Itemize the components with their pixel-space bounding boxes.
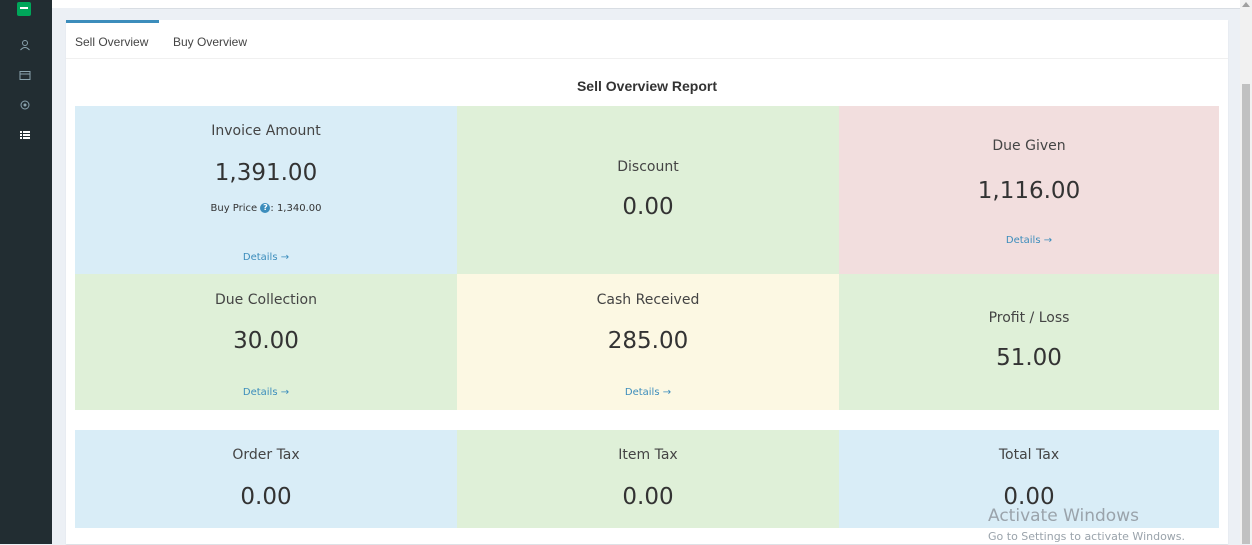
- order-tax-value: 0.00: [240, 484, 292, 510]
- tab-bar: Sell Overview Buy Overview: [66, 20, 1228, 59]
- cash-received-details-link[interactable]: Details →: [457, 387, 839, 398]
- total-tax-label: Total Tax: [998, 447, 1060, 463]
- invoice-amount-label: Invoice Amount: [211, 123, 321, 139]
- profit-loss-value: 51.00: [996, 345, 1062, 371]
- folder-icon[interactable]: [18, 68, 32, 82]
- cash-received-value: 285.00: [607, 328, 689, 354]
- chat-icon[interactable]: [17, 2, 31, 16]
- order-tax-label: Order Tax: [232, 447, 300, 463]
- cash-received-label: Cash Received: [596, 292, 700, 308]
- tab-buy-overview[interactable]: Buy Overview: [164, 20, 256, 58]
- report-panel: Sell Overview Buy Overview Sell Overview…: [66, 20, 1228, 544]
- buy-price-line: Buy Price ?: 1,340.00: [75, 203, 457, 214]
- discount-value: 0.00: [622, 194, 674, 220]
- due-given-details-link[interactable]: Details →: [839, 235, 1219, 246]
- due-collection-value: 30.00: [233, 328, 299, 354]
- sidebar: [0, 0, 52, 544]
- scroll-thumb[interactable]: [1242, 84, 1250, 544]
- due-given-card: Due Given 1,116.00 Details →: [839, 106, 1219, 274]
- buy-price-value: : 1,340.00: [270, 203, 322, 214]
- watermark-line2: Go to Settings to activate Windows.: [988, 530, 1186, 543]
- order-tax-card: Order Tax 0.00: [75, 430, 457, 528]
- top-divider: [120, 8, 1240, 9]
- due-given-label: Due Given: [992, 138, 1066, 154]
- users-icon[interactable]: [18, 38, 32, 52]
- activate-windows-watermark: Activate Windows Go to Settings to activ…: [988, 506, 1185, 545]
- item-tax-label: Item Tax: [618, 447, 678, 463]
- settings-icon[interactable]: [18, 98, 32, 112]
- buy-price-label: Buy Price: [210, 203, 258, 214]
- discount-label: Discount: [617, 159, 679, 175]
- discount-card: Discount 0.00: [457, 106, 839, 274]
- item-tax-value: 0.00: [622, 484, 674, 510]
- profit-loss-card: Profit / Loss 51.00: [839, 274, 1219, 410]
- item-tax-card: Item Tax 0.00: [457, 430, 839, 528]
- due-collection-details-link[interactable]: Details →: [75, 387, 457, 398]
- due-collection-card: Due Collection 30.00 Details →: [75, 274, 457, 410]
- list-icon[interactable]: [18, 128, 32, 142]
- profit-loss-label: Profit / Loss: [988, 310, 1070, 326]
- tab-sell-overview[interactable]: Sell Overview: [66, 20, 159, 58]
- report-title: Sell Overview Report: [576, 78, 718, 94]
- top-strip: [52, 0, 1240, 8]
- due-given-value: 1,116.00: [977, 178, 1081, 204]
- due-collection-label: Due Collection: [215, 292, 317, 308]
- invoice-details-link[interactable]: Details →: [75, 252, 457, 263]
- scroll-up-icon[interactable]: [1242, 2, 1250, 7]
- cash-received-card: Cash Received 285.00 Details →: [457, 274, 839, 410]
- help-icon[interactable]: ?: [260, 203, 271, 213]
- invoice-amount-value: 1,391.00: [214, 160, 318, 186]
- watermark-line1: Activate Windows: [988, 506, 1139, 526]
- scrollbar[interactable]: [1240, 0, 1252, 544]
- invoice-amount-card: Invoice Amount 1,391.00 Buy Price ?: 1,3…: [75, 106, 457, 274]
